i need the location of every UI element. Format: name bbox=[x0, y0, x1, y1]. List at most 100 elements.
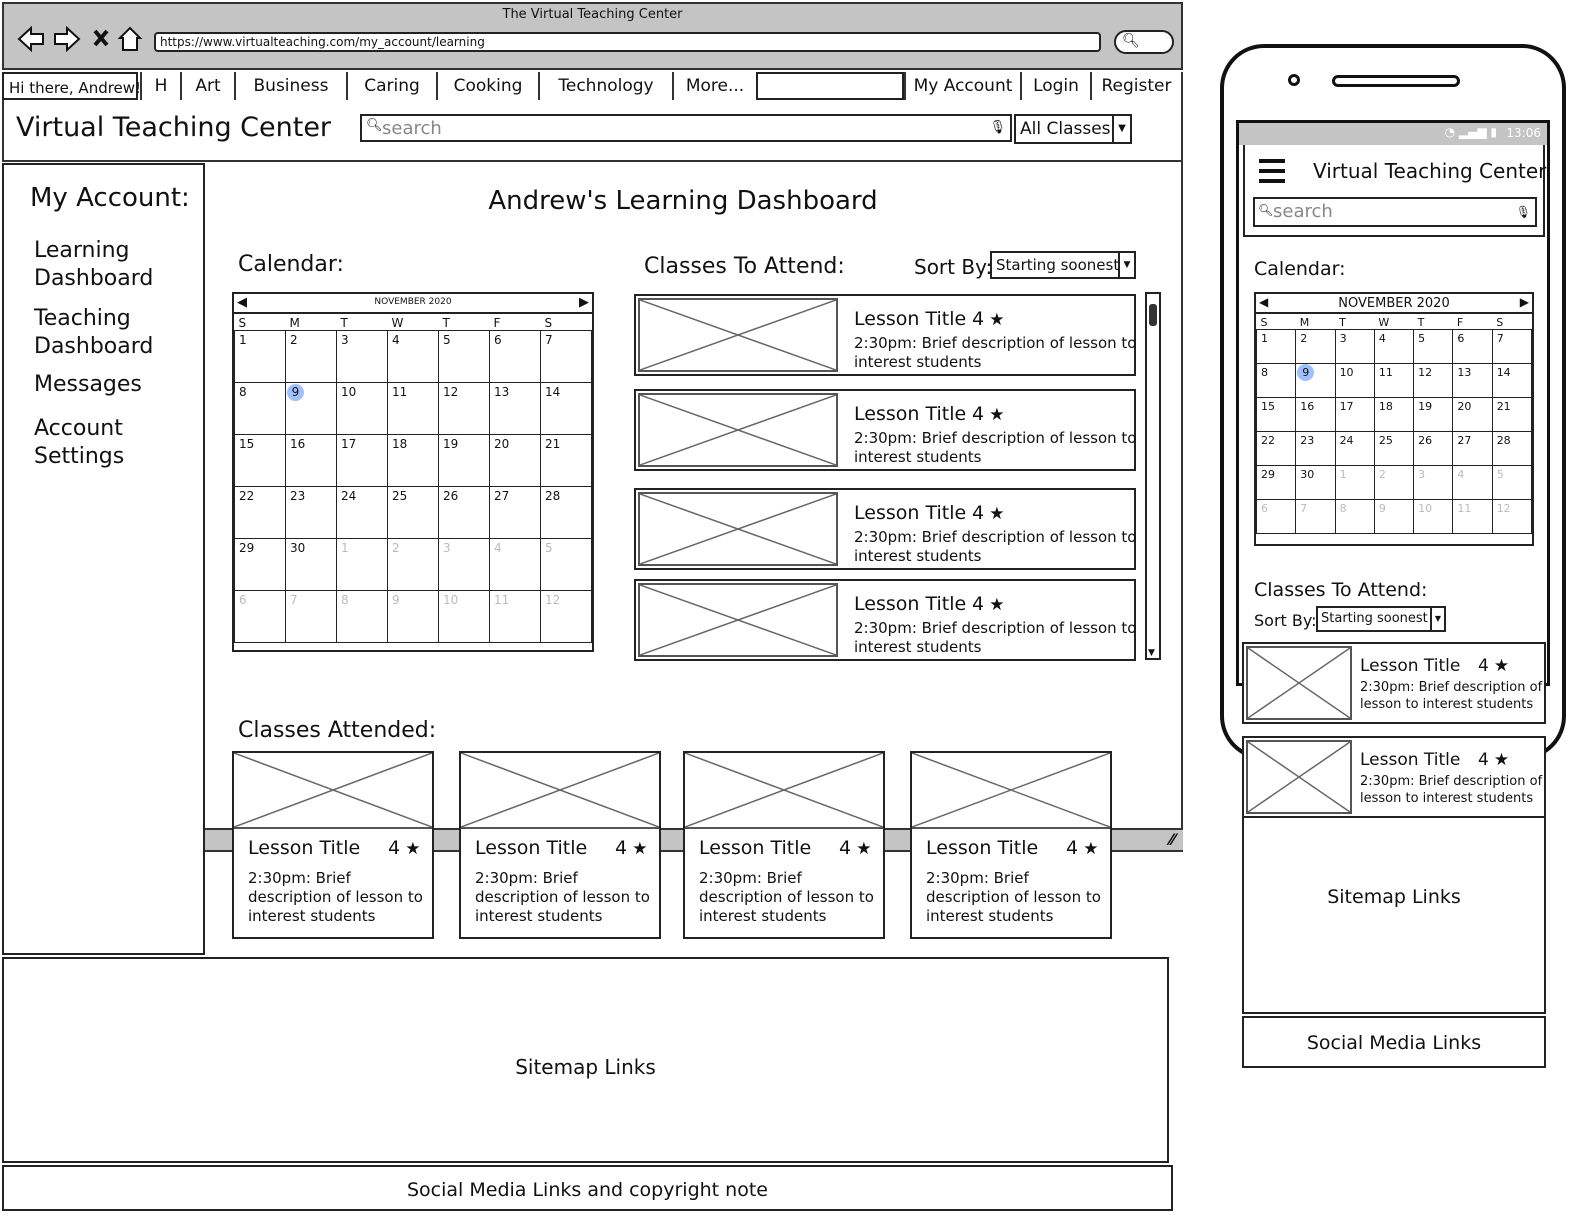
calendar-day[interactable]: 30 bbox=[285, 538, 337, 591]
calendar-day[interactable]: 14 bbox=[1491, 363, 1533, 398]
calendar-day[interactable]: 20 bbox=[1452, 397, 1493, 432]
calendar-day[interactable]: 5 bbox=[438, 330, 490, 383]
calendar-day[interactable]: 28 bbox=[1491, 431, 1533, 466]
calendar-day[interactable]: 6 bbox=[234, 590, 286, 643]
calendar-day[interactable]: 26 bbox=[438, 486, 490, 539]
mobile-sort-select[interactable]: Starting soonest ▼ bbox=[1316, 606, 1446, 632]
attended-lesson-card[interactable]: Lesson Title 4 ★ 2:30pm: Brief descripti… bbox=[683, 751, 885, 939]
calendar-day[interactable]: 1 bbox=[1255, 329, 1297, 364]
tab-caring[interactable]: Caring bbox=[346, 72, 436, 100]
calendar-day[interactable]: 10 bbox=[336, 382, 388, 435]
calendar-day[interactable]: 6 bbox=[1255, 499, 1297, 534]
calendar-day[interactable]: 25 bbox=[387, 486, 439, 539]
calendar-day[interactable]: 3 bbox=[438, 538, 490, 591]
calendar-day[interactable]: 9 bbox=[1373, 499, 1415, 534]
tab-h[interactable]: H bbox=[140, 72, 180, 100]
calendar-day[interactable]: 26 bbox=[1413, 431, 1454, 466]
calendar-day[interactable]: 7 bbox=[285, 590, 337, 643]
sidebar-item-account-settings[interactable]: Account Settings bbox=[34, 415, 124, 471]
hamburger-menu-icon[interactable] bbox=[1259, 159, 1285, 183]
browser-search-box[interactable]: 🔍︎ bbox=[1114, 30, 1174, 54]
calendar-next-button[interactable]: ▶ bbox=[579, 295, 589, 310]
calendar-day[interactable]: 8 bbox=[234, 382, 286, 435]
calendar-day[interactable]: 11 bbox=[1373, 363, 1415, 398]
calendar-day[interactable]: 5 bbox=[1413, 329, 1454, 364]
calendar-day[interactable]: 5 bbox=[540, 538, 592, 591]
microphone-icon[interactable]: 🎙︎ bbox=[1516, 205, 1531, 219]
calendar-day[interactable]: 1 bbox=[234, 330, 286, 383]
calendar-day[interactable]: 13 bbox=[1452, 363, 1493, 398]
calendar-day[interactable]: 14 bbox=[540, 382, 592, 435]
calendar-day[interactable]: 3 bbox=[1413, 465, 1454, 500]
search-input[interactable]: 🔍︎ search 🎙︎ bbox=[360, 114, 1012, 142]
calendar-next-button[interactable]: ▶ bbox=[1520, 295, 1529, 309]
calendar-day[interactable]: 23 bbox=[1295, 431, 1336, 466]
calendar-day[interactable]: 29 bbox=[1255, 465, 1297, 500]
calendar-day[interactable]: 10 bbox=[1334, 363, 1375, 398]
calendar-day[interactable]: 6 bbox=[489, 330, 541, 383]
chevron-down-icon[interactable]: ▼ bbox=[1112, 116, 1130, 142]
site-name[interactable]: Virtual Teaching Center bbox=[16, 112, 331, 143]
close-icon[interactable] bbox=[93, 29, 109, 47]
calendar-day[interactable]: 22 bbox=[234, 486, 286, 539]
mobile-social-links[interactable]: Social Media Links bbox=[1242, 1016, 1546, 1068]
calendar-day[interactable]: 19 bbox=[438, 434, 490, 487]
calendar-day[interactable]: 4 bbox=[387, 330, 439, 383]
calendar-day[interactable]: 20 bbox=[489, 434, 541, 487]
calendar-day[interactable]: 19 bbox=[1413, 397, 1454, 432]
calendar-day[interactable]: 21 bbox=[1491, 397, 1533, 432]
attended-lesson-card[interactable]: Lesson Title 4 ★ 2:30pm: Brief descripti… bbox=[232, 751, 434, 939]
calendar-day[interactable]: 21 bbox=[540, 434, 592, 487]
calendar-day[interactable]: 25 bbox=[1373, 431, 1415, 466]
calendar-day[interactable]: 4 bbox=[1373, 329, 1415, 364]
mobile-sitemap-links[interactable]: Sitemap Links bbox=[1242, 816, 1546, 1014]
calendar-day[interactable]: 3 bbox=[336, 330, 388, 383]
sidebar-item-messages[interactable]: Messages bbox=[34, 371, 142, 399]
calendar-day[interactable]: 12 bbox=[438, 382, 490, 435]
calendar-day[interactable]: 18 bbox=[387, 434, 439, 487]
calendar-day[interactable]: 7 bbox=[540, 330, 592, 383]
calendar-day[interactable]: 7 bbox=[1295, 499, 1336, 534]
calendar-day[interactable]: 12 bbox=[540, 590, 592, 643]
scrollbar-thumb[interactable] bbox=[1149, 304, 1157, 326]
calendar-day[interactable]: 22 bbox=[1255, 431, 1297, 466]
calendar-day[interactable]: 27 bbox=[489, 486, 541, 539]
calendar-day[interactable]: 12 bbox=[1413, 363, 1454, 398]
calendar-day[interactable]: 16 bbox=[285, 434, 337, 487]
attended-lesson-card[interactable]: Lesson Title 4 ★ 2:30pm: Brief descripti… bbox=[910, 751, 1112, 939]
calendar-day[interactable]: 17 bbox=[336, 434, 388, 487]
calendar-day[interactable]: 8 bbox=[336, 590, 388, 643]
calendar-day[interactable]: 6 bbox=[1452, 329, 1493, 364]
calendar-day[interactable]: 5 bbox=[1491, 465, 1533, 500]
home-icon[interactable] bbox=[117, 26, 143, 51]
tab-technology[interactable]: Technology bbox=[538, 72, 672, 100]
calendar-day[interactable]: 16 bbox=[1295, 397, 1336, 432]
mobile-lesson-card[interactable]: Lesson Title 4 ★ 2:30pm: Brief descripti… bbox=[1242, 642, 1546, 724]
calendar-day[interactable]: 13 bbox=[489, 382, 541, 435]
calendar-day[interactable]: 10 bbox=[438, 590, 490, 643]
calendar-day[interactable]: 3 bbox=[1334, 329, 1375, 364]
microphone-icon[interactable]: 🎙︎ bbox=[989, 120, 1006, 135]
calendar-day[interactable]: 2 bbox=[1295, 329, 1336, 364]
login-link[interactable]: Login bbox=[1020, 72, 1090, 100]
calendar-day[interactable]: 12 bbox=[1491, 499, 1533, 534]
calendar-day[interactable]: 11 bbox=[1452, 499, 1493, 534]
chevron-down-icon[interactable]: ▼ bbox=[1430, 608, 1444, 630]
tab-business[interactable]: Business bbox=[234, 72, 346, 100]
calendar-day[interactable]: 15 bbox=[234, 434, 286, 487]
calendar-day[interactable]: 24 bbox=[336, 486, 388, 539]
nav-blank-field[interactable] bbox=[756, 72, 904, 100]
mobile-site-name[interactable]: Virtual Teaching Center bbox=[1313, 159, 1546, 183]
tab-cooking[interactable]: Cooking bbox=[436, 72, 538, 100]
lesson-card[interactable]: Lesson Title 4 ★ 2:30pm: Brief descripti… bbox=[634, 488, 1136, 570]
lesson-card[interactable]: Lesson Title 4 ★ 2:30pm: Brief descripti… bbox=[634, 389, 1136, 471]
attended-lesson-card[interactable]: Lesson Title 4 ★ 2:30pm: Brief descripti… bbox=[459, 751, 661, 939]
lesson-card[interactable]: Lesson Title 4 ★ 2:30pm: Brief descripti… bbox=[634, 579, 1136, 661]
calendar-day[interactable]: 1 bbox=[336, 538, 388, 591]
calendar-day[interactable]: 4 bbox=[489, 538, 541, 591]
calendar-day[interactable]: 9 bbox=[387, 590, 439, 643]
class-filter-select[interactable]: All Classes ▼ bbox=[1014, 114, 1132, 144]
calendar-day[interactable]: 9 bbox=[285, 382, 337, 435]
calendar-day[interactable]: 11 bbox=[489, 590, 541, 643]
calendar-day[interactable]: 9 bbox=[1295, 363, 1336, 398]
